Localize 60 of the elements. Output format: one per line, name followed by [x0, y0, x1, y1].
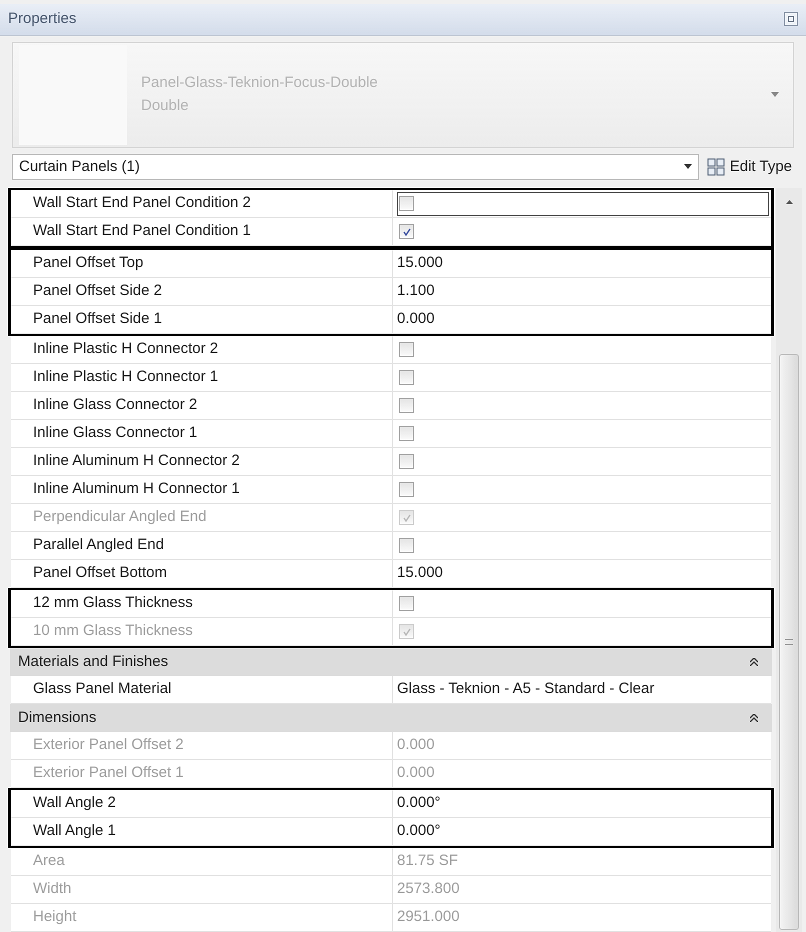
property-label: Inline Aluminum H Connector 1	[33, 479, 240, 500]
property-value[interactable]: 1.100	[397, 280, 435, 303]
checkbox[interactable]	[399, 454, 414, 470]
checkbox[interactable]	[399, 426, 414, 442]
property-label: 10 mm Glass Thickness	[33, 621, 193, 642]
property-value[interactable]: 15.000	[397, 252, 443, 275]
dropdown-arrow-icon	[771, 92, 779, 98]
property-label: Exterior Panel Offset 2	[33, 735, 184, 756]
collapse-icon	[750, 714, 758, 722]
checkbox[interactable]	[399, 482, 414, 498]
property-label: Wall Start End Panel Condition 2	[33, 193, 251, 214]
checkbox[interactable]	[399, 398, 414, 414]
edit-type-button[interactable]: Edit Type	[704, 156, 794, 178]
section-header[interactable]: Dimensions	[10, 704, 772, 732]
restore-icon[interactable]	[784, 12, 798, 26]
checkbox[interactable]	[399, 596, 414, 612]
property-label: Inline Plastic H Connector 1	[33, 367, 218, 388]
property-label: Exterior Panel Offset 1	[33, 763, 184, 784]
property-label: Inline Aluminum H Connector 2	[33, 451, 240, 472]
property-value[interactable]: 0.000°	[397, 792, 441, 815]
filter-dropdown[interactable]: Curtain Panels (1)	[12, 154, 699, 180]
panel-title: Properties	[8, 9, 76, 30]
property-label: Inline Glass Connector 2	[33, 395, 198, 416]
check-icon	[402, 512, 412, 523]
check-icon	[402, 626, 412, 637]
property-label: Panel Offset Side 1	[33, 309, 162, 330]
property-label: Glass Panel Material	[33, 679, 172, 700]
checkbox[interactable]	[399, 538, 414, 554]
property-label: Wall Angle 1	[33, 821, 116, 842]
property-value[interactable]: 0.000°	[397, 820, 441, 843]
checkbox[interactable]	[399, 196, 414, 212]
property-value[interactable]: 0.000	[397, 308, 435, 331]
property-label: Inline Plastic H Connector 2	[33, 339, 218, 360]
property-label: Panel Offset Top	[33, 253, 144, 274]
scroll-up-icon[interactable]	[786, 200, 792, 204]
family-name: Panel-Glass-Teknion-Focus-Double	[141, 73, 379, 94]
property-label: Wall Angle 2	[33, 793, 116, 814]
property-label: Inline Glass Connector 1	[33, 423, 198, 444]
property-label: Parallel Angled End	[33, 535, 164, 556]
property-label: 12 mm Glass Thickness	[33, 593, 193, 614]
check-icon	[402, 226, 412, 237]
property-label: Perpendicular Angled End	[33, 507, 206, 528]
property-label: Height	[33, 907, 76, 928]
property-label: Panel Offset Bottom	[33, 563, 167, 584]
property-label: Wall Start End Panel Condition 1	[33, 221, 251, 242]
collapse-icon	[750, 658, 758, 666]
scrollbar[interactable]	[776, 188, 802, 932]
property-value[interactable]: Glass - Teknion - A5 - Standard - Clear	[397, 678, 654, 701]
checkbox[interactable]	[399, 370, 414, 386]
dropdown-arrow-icon	[684, 164, 692, 170]
checkbox[interactable]	[399, 224, 414, 240]
property-label: Panel Offset Side 2	[33, 281, 162, 302]
checkbox[interactable]	[399, 342, 414, 358]
type-name: Double	[141, 96, 190, 116]
property-value[interactable]: 15.000	[397, 562, 443, 585]
scrollbar-thumb[interactable]	[779, 354, 799, 930]
edit-type-icon	[706, 158, 725, 176]
property-label: Width	[33, 879, 72, 900]
property-label: Area	[33, 851, 65, 872]
section-header[interactable]: Materials and Finishes	[10, 648, 772, 676]
